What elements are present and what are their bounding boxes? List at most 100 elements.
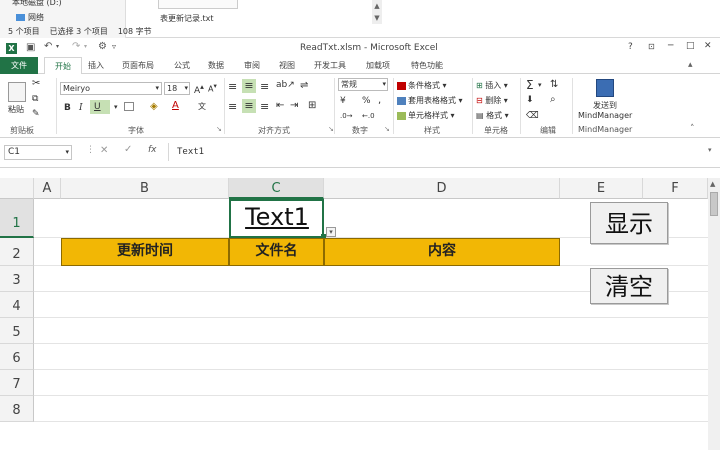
tab-data[interactable]: 数据 — [202, 57, 230, 74]
nav-item-local-disk[interactable]: 本地磁盘 (D:) — [12, 0, 62, 8]
redo-icon[interactable]: ↷ — [72, 41, 80, 52]
clear-button[interactable]: 清空 — [590, 268, 668, 304]
column-header-d[interactable]: D — [324, 178, 560, 199]
wrap-text-icon[interactable]: ⇌ — [300, 80, 308, 91]
mindmanager-icon[interactable] — [596, 79, 614, 97]
align-top-icon[interactable]: ≡ — [228, 80, 237, 93]
show-button[interactable]: 显示 — [590, 202, 668, 244]
delete-cells-button[interactable]: ⊟ 删除 ▾ — [476, 95, 508, 106]
expand-formula-bar-icon[interactable]: ▾ — [708, 146, 712, 154]
send-to-button[interactable]: 发送到 — [593, 100, 617, 111]
save-icon[interactable]: ▣ — [26, 42, 35, 53]
scroll-up-icon[interactable]: ▲ — [710, 180, 715, 188]
percent-button[interactable]: % — [362, 96, 371, 106]
cut-icon[interactable]: ✂ — [32, 78, 40, 89]
autofill-options-icon[interactable]: ▾ — [326, 227, 336, 237]
column-header-f[interactable]: F — [643, 178, 708, 199]
sort-filter-icon[interactable]: ⇅ — [550, 79, 558, 90]
cell-styles-button[interactable]: 单元格样式 ▾ — [397, 110, 455, 121]
formula-bar-resize-icon[interactable]: ⋮ — [86, 145, 95, 155]
format-painter-icon[interactable]: ✎ — [32, 109, 40, 119]
grow-font-icon[interactable]: A▴ — [194, 82, 204, 96]
row-header-7[interactable]: 7 — [0, 370, 34, 396]
format-cells-button[interactable]: ▤ 格式 ▾ — [476, 110, 509, 121]
font-name-select[interactable]: Meiryo ▾ — [60, 82, 162, 95]
underline-dropdown-icon[interactable]: ▾ — [114, 103, 118, 111]
align-right-icon[interactable]: ≡ — [260, 100, 269, 113]
tab-page-layout[interactable]: 页面布局 — [116, 57, 160, 74]
autosum-button[interactable]: Σ — [526, 78, 534, 92]
row-header-6[interactable]: 6 — [0, 344, 34, 370]
decrease-decimal-icon[interactable]: ←.0 — [362, 112, 375, 120]
scroll-up-icon[interactable]: ▲ — [373, 2, 381, 10]
row-header-4[interactable]: 4 — [0, 292, 34, 318]
font-dialog-launcher-icon[interactable]: ↘ — [216, 125, 222, 133]
column-header-b[interactable]: B — [61, 178, 229, 199]
header-cell-content[interactable]: 内容 — [324, 238, 560, 266]
minimize-button[interactable]: ─ — [668, 41, 673, 51]
decrease-indent-icon[interactable]: ⇤ — [276, 100, 284, 111]
collapse-ribbon-arrow-icon[interactable]: ˄ — [690, 124, 695, 134]
conditional-format-button[interactable]: 条件格式 ▾ — [397, 80, 447, 91]
phonetic-icon[interactable]: 文 — [198, 101, 206, 112]
help-button[interactable]: ? — [628, 42, 633, 52]
number-dialog-launcher-icon[interactable]: ↘ — [384, 125, 390, 133]
autosum-dropdown-icon[interactable]: ▾ — [538, 81, 542, 89]
qat-customize-icon[interactable]: ▿ — [112, 42, 116, 51]
align-left-icon[interactable]: ≡ — [228, 100, 237, 113]
select-all-corner[interactable] — [0, 178, 34, 199]
file-name-label[interactable]: 表更新记录.txt — [160, 13, 214, 24]
paste-icon[interactable] — [8, 82, 26, 102]
row-header-2[interactable]: 2 — [0, 238, 34, 266]
number-format-select[interactable]: 常规 ▾ — [338, 78, 388, 91]
shrink-font-icon[interactable]: A▾ — [208, 82, 217, 94]
tab-features[interactable]: 特色功能 — [404, 57, 450, 74]
cancel-entry-icon[interactable]: ✕ — [100, 145, 108, 156]
tab-developer[interactable]: 开发工具 — [308, 57, 352, 74]
redo-dropdown-icon[interactable]: ▾ — [84, 43, 87, 50]
close-button[interactable]: ✕ — [704, 41, 712, 51]
increase-decimal-icon[interactable]: .0→ — [340, 112, 353, 120]
tab-review[interactable]: 审阅 — [238, 57, 266, 74]
font-color-icon[interactable]: A — [172, 100, 179, 111]
copy-icon[interactable]: ⧉ — [32, 94, 38, 104]
tab-formulas[interactable]: 公式 — [168, 57, 196, 74]
fill-icon[interactable]: ⬇ — [526, 95, 534, 105]
insert-cells-button[interactable]: ⊞ 插入 ▾ — [476, 80, 508, 91]
orientation-icon[interactable]: ab↗ — [276, 80, 295, 90]
align-middle-icon[interactable]: ≡ — [242, 79, 256, 93]
formula-input[interactable]: Text1 — [168, 143, 708, 161]
confirm-entry-icon[interactable]: ✓ — [124, 144, 132, 155]
border-icon[interactable] — [124, 102, 134, 111]
nav-item-network[interactable]: 网络 — [16, 12, 44, 23]
tab-addins[interactable]: 加载项 — [360, 57, 396, 74]
comma-button[interactable]: , — [378, 95, 381, 106]
undo-dropdown-icon[interactable]: ▾ — [56, 43, 59, 50]
vertical-scrollbar[interactable]: ▲ — [708, 178, 720, 450]
tab-insert[interactable]: 插入 — [82, 57, 110, 74]
find-select-icon[interactable]: ⌕ — [550, 94, 556, 105]
macro-icon[interactable]: ⚙ — [98, 41, 107, 52]
header-cell-file-name[interactable]: 文件名 — [229, 238, 324, 266]
merge-center-icon[interactable]: ⊞ — [308, 100, 316, 111]
name-box[interactable]: C1 ▾ — [4, 145, 72, 160]
textbox-text1[interactable]: Text1 — [234, 199, 320, 236]
paste-button[interactable]: 粘贴 — [8, 104, 24, 115]
scrollbar-thumb[interactable] — [710, 192, 718, 216]
row-header-8[interactable]: 8 — [0, 396, 34, 422]
restore-button[interactable]: □ — [686, 41, 695, 51]
column-header-e[interactable]: E — [560, 178, 643, 199]
insert-function-button[interactable]: fx — [148, 145, 157, 155]
increase-indent-icon[interactable]: ⇥ — [290, 100, 298, 111]
ribbon-display-icon[interactable]: ⊡ — [648, 42, 655, 51]
file-thumbnail[interactable] — [158, 0, 238, 9]
header-cell-update-time[interactable]: 更新时间 — [61, 238, 229, 266]
row-header-5[interactable]: 5 — [0, 318, 34, 344]
row-header-3[interactable]: 3 — [0, 266, 34, 292]
row-header-1[interactable]: 1 — [0, 199, 34, 238]
currency-icon[interactable]: ¥ — [340, 96, 346, 106]
column-header-c[interactable]: C — [229, 178, 324, 199]
tab-home[interactable]: 开始 — [44, 57, 82, 75]
undo-icon[interactable]: ↶ — [44, 41, 52, 52]
column-header-a[interactable]: A — [34, 178, 61, 199]
